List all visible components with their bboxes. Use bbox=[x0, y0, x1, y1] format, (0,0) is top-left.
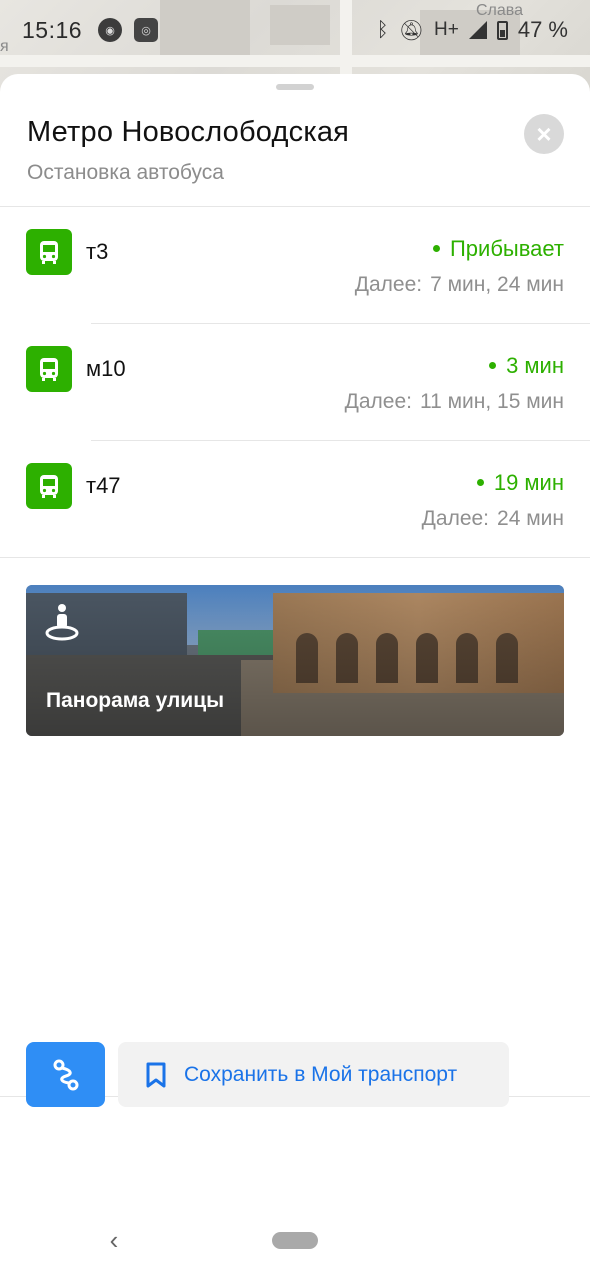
next-label: Далее: bbox=[421, 507, 490, 530]
nav-back-button[interactable]: ‹ bbox=[103, 1225, 125, 1255]
status-notification-icons: ◉ ◎ bbox=[98, 18, 159, 42]
status-time: 15:16 bbox=[22, 16, 83, 43]
route-number: т47 bbox=[86, 473, 121, 498]
arrival-text: 19 мин bbox=[493, 470, 564, 495]
status-system-icons: ᛒ 🔕︎ H+ 47 % bbox=[377, 17, 568, 43]
save-to-my-transport-button[interactable]: Сохранить в Мой транспорт bbox=[118, 1042, 509, 1107]
route-icon bbox=[53, 1059, 78, 1090]
next-arrivals: Далее: 24 мин bbox=[422, 507, 564, 531]
panorama-person-icon bbox=[45, 604, 79, 641]
next-label: Далее: bbox=[354, 273, 423, 296]
street-panorama-card[interactable]: Панорама улицы bbox=[26, 585, 564, 736]
route-button[interactable] bbox=[26, 1042, 105, 1107]
arrival-time: 19 мин bbox=[476, 470, 564, 496]
network-type: H+ bbox=[434, 19, 459, 40]
live-dot-icon bbox=[489, 361, 497, 369]
nfc-icon: ◎ bbox=[134, 18, 159, 42]
arrival-time: 3 мин bbox=[489, 353, 564, 379]
next-arrivals: Далее: 11 мин, 15 мин bbox=[345, 390, 564, 414]
battery-percent: 47 % bbox=[517, 17, 568, 42]
bus-icon bbox=[26, 229, 72, 275]
close-button[interactable]: × bbox=[524, 114, 564, 154]
arrival-text: 3 мин bbox=[506, 353, 564, 378]
divider bbox=[0, 557, 590, 558]
panorama-shade bbox=[26, 585, 564, 736]
nav-home-pill[interactable] bbox=[272, 1232, 318, 1249]
arrival-time: Прибывает bbox=[432, 236, 564, 262]
live-dot-icon bbox=[432, 244, 440, 252]
route-row[interactable]: м10 3 мин Далее: 11 мин, 15 мин bbox=[0, 323, 590, 440]
app-icon: ◉ bbox=[98, 18, 123, 42]
route-row[interactable]: т3 Прибывает Далее: 7 мин, 24 мин bbox=[0, 206, 590, 323]
arrival-text: Прибывает bbox=[449, 236, 564, 261]
next-arrivals: Далее: 7 мин, 24 мин bbox=[355, 273, 564, 297]
sheet-grabber[interactable] bbox=[276, 84, 314, 90]
live-dot-icon bbox=[476, 478, 484, 486]
bus-icon bbox=[26, 346, 72, 392]
route-number: м10 bbox=[86, 356, 126, 381]
next-times: 24 мин bbox=[497, 507, 564, 530]
mute-icon: 🔕︎ bbox=[398, 19, 425, 42]
save-button-label: Сохранить в Мой транспорт bbox=[184, 1062, 458, 1086]
bluetooth-icon: ᛒ bbox=[376, 18, 389, 41]
close-icon: × bbox=[536, 119, 552, 149]
signal-icon bbox=[468, 21, 487, 39]
battery-icon bbox=[496, 20, 508, 40]
stop-title: Метро Новослободская bbox=[27, 116, 350, 148]
next-times: 7 мин, 24 мин bbox=[430, 273, 564, 296]
back-chevron-icon: ‹ bbox=[109, 1224, 119, 1255]
status-bar: 15:16 ◉ ◎ ᛒ 🔕︎ H+ 47 % bbox=[0, 0, 590, 60]
route-number: т3 bbox=[86, 239, 109, 264]
next-times: 11 мин, 15 мин bbox=[419, 390, 564, 413]
panorama-label: Панорама улицы bbox=[46, 689, 225, 712]
stop-subtitle: Остановка автобуса bbox=[27, 161, 224, 184]
bus-icon bbox=[26, 463, 72, 509]
next-label: Далее: bbox=[344, 390, 412, 413]
bookmark-icon bbox=[146, 1062, 166, 1087]
route-row[interactable]: т47 19 мин Далее: 24 мин bbox=[0, 440, 590, 557]
